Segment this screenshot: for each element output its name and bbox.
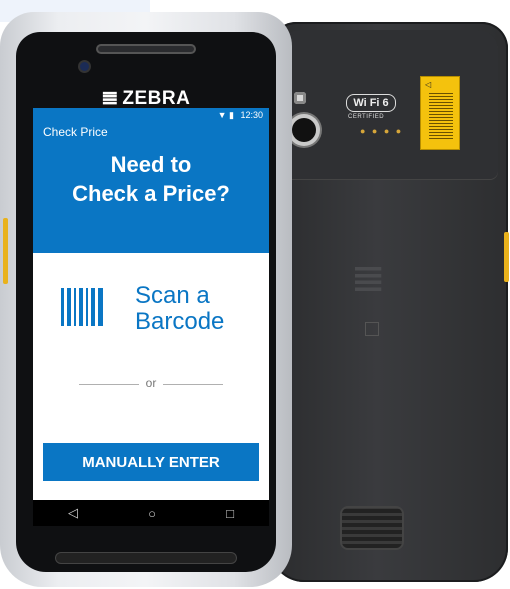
status-time: 12:30 [240,110,263,120]
nav-back-icon[interactable]: ◁ [68,505,78,521]
rear-camera-icon [292,118,316,142]
scan-barcode-prompt[interactable]: Scan a Barcode [33,253,269,363]
device-back: Wi Fi 6 CERTIFIED ● ● ● ● ◁ 𝌆 [269,22,509,582]
hero-title-line-1: Need to [110,152,192,177]
bottom-speaker-grille [56,553,236,563]
warning-text-lines [429,91,453,141]
scan-text: Scan a Barcode [135,283,224,335]
scan-text-line-1: Scan a [135,282,210,309]
signal-battery-icon: ▼ ▮ [217,110,234,120]
divider-or-text: or [145,376,157,390]
status-icons: ▼ ▮ 12:30 [218,110,263,121]
brand-logo: 𝌆 ZEBRA [16,88,276,110]
zebra-logo-icon: 𝌆 [352,258,385,299]
back-speaker-grille [342,508,402,548]
status-bar: ▼ ▮ 12:30 [33,108,269,122]
hero-banner: Need to Check a Price? [33,146,269,253]
flash-icon [294,92,306,104]
nav-recents-icon[interactable]: □ [226,506,234,521]
barcode-icon [61,288,103,326]
charging-pins: ● ● ● ● [360,126,404,136]
warning-triangle-icon: ◁ [425,80,432,89]
wifi-6-badge: Wi Fi 6 [346,94,396,112]
manually-enter-button[interactable]: MANUALLY ENTER [43,443,259,481]
nfc-marker [365,322,379,336]
front-camera-icon [80,62,89,71]
or-divider: or [33,363,269,408]
earpiece-speaker [98,46,194,52]
hero-title-line-2: Check a Price? [72,181,230,206]
laser-warning-label: ◁ [420,76,460,150]
app-title: Check Price [43,125,108,139]
nav-home-icon[interactable]: ○ [148,506,156,521]
zebra-head-icon: 𝌆 [101,88,119,108]
brand-name: ZEBRA [122,88,191,109]
device-screen: ▼ ▮ 12:30 Check Price Need to Check a Pr… [33,108,269,526]
wifi-certified-label: CERTIFIED [348,114,385,120]
scan-text-line-2: Barcode [135,308,225,335]
divider-line-right [163,384,223,385]
front-side-button [3,218,8,284]
app-bar: Check Price [33,122,269,146]
android-nav-bar: ◁ ○ □ [33,500,269,526]
side-button-right [504,232,509,282]
